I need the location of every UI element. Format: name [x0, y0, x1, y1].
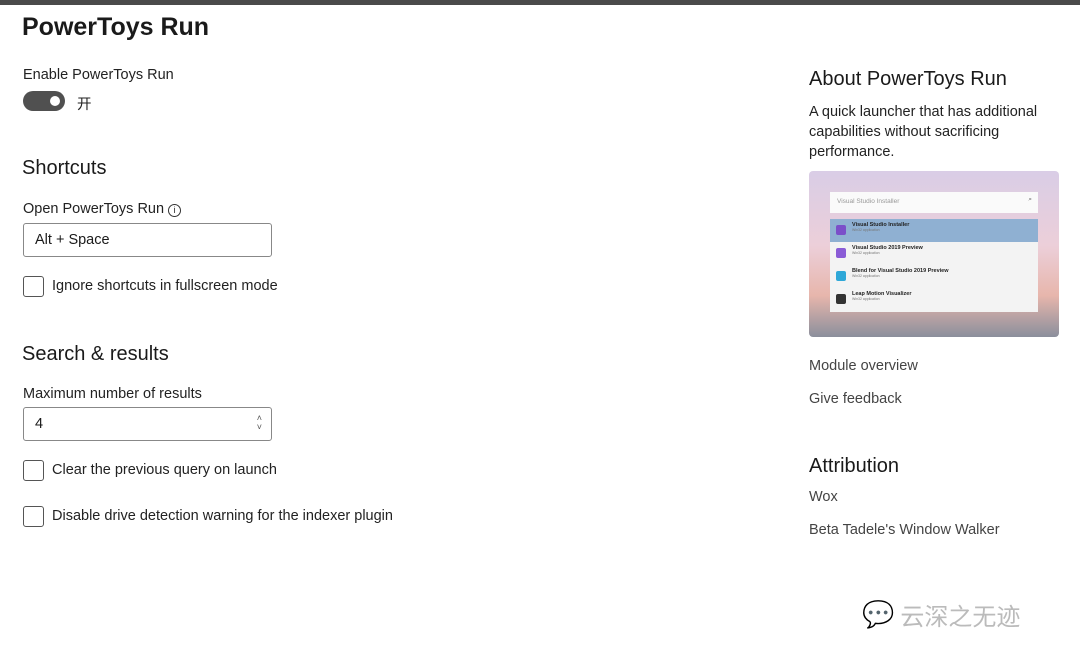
watermark: 💬云深之无迹 — [862, 597, 1020, 632]
preview-image: Visual Studio Installer ⌕ Visual Studio I… — [809, 171, 1059, 337]
module-overview-link[interactable]: Module overview — [809, 358, 918, 374]
unity-icon — [836, 294, 846, 304]
open-shortcut-label: Open PowerToys Run i — [23, 201, 181, 217]
preview-result: Leap Motion VisualizerWin32 application — [830, 288, 1038, 311]
disable-drive-checkbox[interactable] — [23, 506, 44, 527]
max-results-stepper[interactable]: 4 ˄˅ — [23, 407, 272, 441]
ignore-fullscreen-label: Ignore shortcuts in fullscreen mode — [52, 278, 278, 294]
spin-icon[interactable]: ˄˅ — [257, 414, 262, 432]
result-sub: Win32 application — [852, 297, 1034, 301]
about-description: A quick launcher that has additional cap… — [809, 102, 1049, 162]
title-bar — [0, 0, 1080, 5]
max-results-label: Maximum number of results — [23, 386, 202, 402]
open-shortcut-label-text: Open PowerToys Run — [23, 201, 164, 217]
preview-results: Visual Studio InstallerWin32 application… — [830, 219, 1038, 312]
vs-installer-icon — [836, 225, 846, 235]
result-sub: Win32 application — [852, 274, 1034, 278]
disable-drive-label: Disable drive detection warning for the … — [52, 508, 393, 524]
ignore-fullscreen-checkbox[interactable] — [23, 276, 44, 297]
preview-search-box: Visual Studio Installer ⌕ — [830, 192, 1038, 213]
give-feedback-link[interactable]: Give feedback — [809, 391, 902, 407]
wechat-icon: 💬 — [862, 599, 894, 630]
shortcuts-heading: Shortcuts — [22, 157, 106, 180]
result-sub: Win32 application — [852, 228, 1034, 232]
watermark-text: 云深之无迹 — [900, 597, 1020, 632]
preview-result: Blend for Visual Studio 2019 PreviewWin3… — [830, 265, 1038, 288]
enable-label: Enable PowerToys Run — [23, 67, 174, 83]
blend-icon — [836, 271, 846, 281]
toggle-state: 开 — [77, 93, 92, 114]
preview-result: Visual Studio 2019 PreviewWin32 applicat… — [830, 242, 1038, 265]
vs-preview-icon — [836, 248, 846, 258]
attribution-heading: Attribution — [809, 455, 899, 478]
max-results-value: 4 — [35, 416, 43, 432]
clear-query-checkbox[interactable] — [23, 460, 44, 481]
enable-toggle[interactable] — [23, 91, 65, 111]
preview-result: Visual Studio InstallerWin32 application — [830, 219, 1038, 242]
info-icon[interactable]: i — [168, 204, 181, 217]
open-shortcut-input[interactable]: Alt + Space — [23, 223, 272, 257]
preview-query: Visual Studio Installer — [837, 198, 899, 205]
attribution-window-walker-link[interactable]: Beta Tadele's Window Walker — [809, 522, 1000, 538]
clear-query-label: Clear the previous query on launch — [52, 462, 277, 478]
about-heading: About PowerToys Run — [809, 68, 1007, 91]
search-icon: ⌕ — [1028, 196, 1032, 204]
attribution-wox-link[interactable]: Wox — [809, 489, 838, 505]
result-sub: Win32 application — [852, 251, 1034, 255]
page-title: PowerToys Run — [22, 13, 209, 42]
search-heading: Search & results — [22, 343, 169, 366]
